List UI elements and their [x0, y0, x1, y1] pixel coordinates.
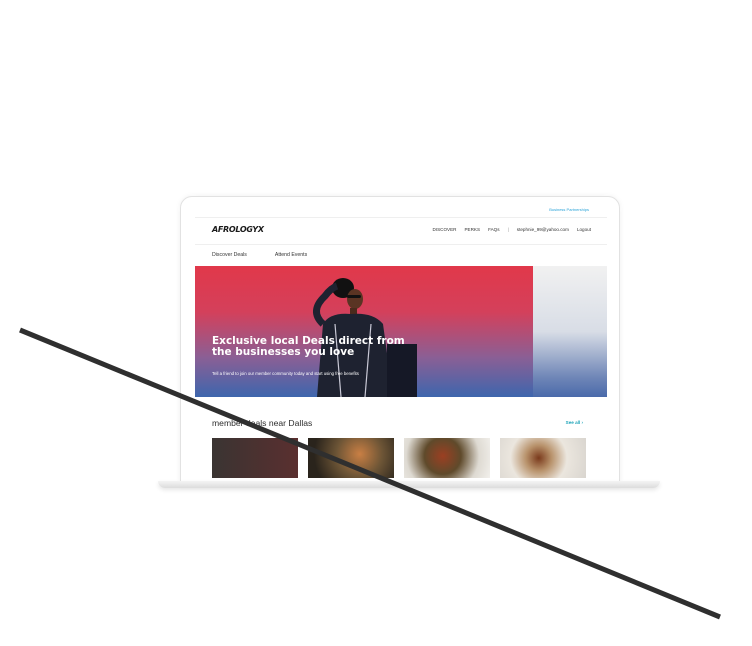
diagonal-line: [19, 327, 721, 620]
stage: Business Partnerships AFROLOGYX DISCOVER…: [0, 0, 752, 646]
